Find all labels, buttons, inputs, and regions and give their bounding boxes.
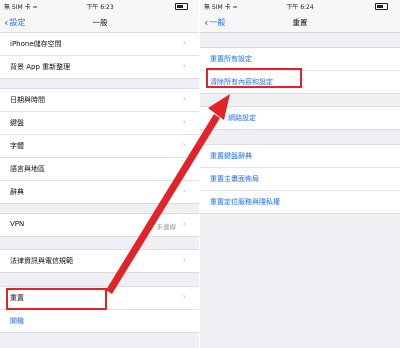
red-arrow-annotation xyxy=(106,94,230,294)
arrow-shaft xyxy=(106,114,220,294)
arrow-head xyxy=(208,94,230,120)
